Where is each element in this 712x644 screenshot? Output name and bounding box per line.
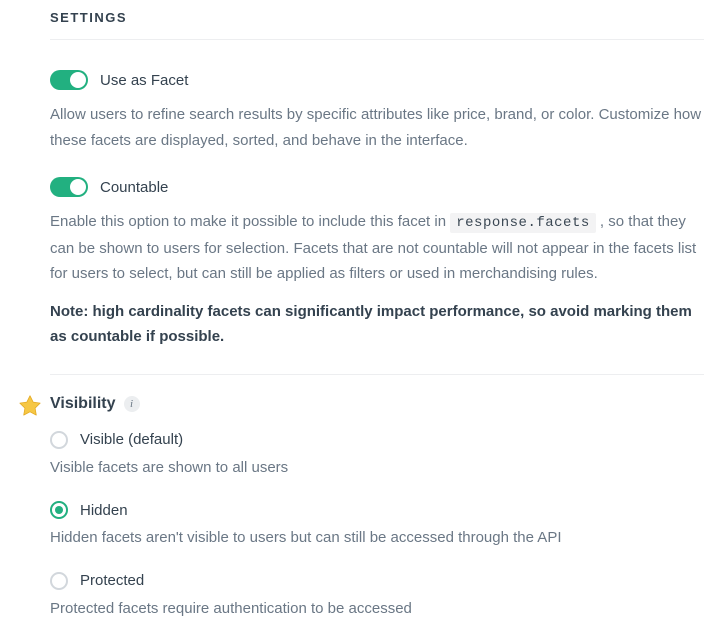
visibility-option-protected[interactable]: Protected — [50, 572, 704, 590]
radio-icon[interactable] — [50, 431, 68, 449]
countable-row: Countable — [50, 177, 704, 197]
countable-label: Countable — [100, 179, 168, 196]
countable-desc-code: response.facets — [450, 213, 596, 233]
radio-label: Protected — [80, 572, 144, 589]
divider — [50, 39, 704, 40]
visibility-header: Visibility i — [50, 395, 704, 413]
star-icon — [17, 393, 43, 424]
visibility-option-hidden[interactable]: Hidden — [50, 501, 704, 519]
use-as-facet-row: Use as Facet — [50, 70, 704, 90]
radio-icon[interactable] — [50, 572, 68, 590]
use-as-facet-toggle[interactable] — [50, 70, 88, 90]
radio-label: Hidden — [80, 502, 128, 519]
settings-panel: SETTINGS Use as Facet Allow users to ref… — [0, 0, 712, 628]
use-as-facet-description: Allow users to refine search results by … — [50, 102, 704, 153]
countable-description: Enable this option to make it possible t… — [50, 209, 704, 287]
visibility-option-visible[interactable]: Visible (default) — [50, 431, 704, 449]
countable-note: Note: high cardinality facets can signif… — [50, 299, 704, 350]
radio-label: Visible (default) — [80, 431, 183, 448]
divider — [50, 374, 704, 375]
visibility-option-hidden-desc: Hidden facets aren't visible to users bu… — [50, 527, 704, 550]
visibility-option-visible-desc: Visible facets are shown to all users — [50, 457, 704, 480]
section-title: SETTINGS — [50, 10, 704, 25]
countable-toggle[interactable] — [50, 177, 88, 197]
info-icon[interactable]: i — [124, 396, 140, 412]
visibility-option-protected-desc: Protected facets require authentication … — [50, 598, 704, 621]
use-as-facet-label: Use as Facet — [100, 72, 188, 89]
radio-icon[interactable] — [50, 501, 68, 519]
visibility-title: Visibility — [50, 395, 116, 413]
countable-desc-pre: Enable this option to make it possible t… — [50, 213, 450, 230]
